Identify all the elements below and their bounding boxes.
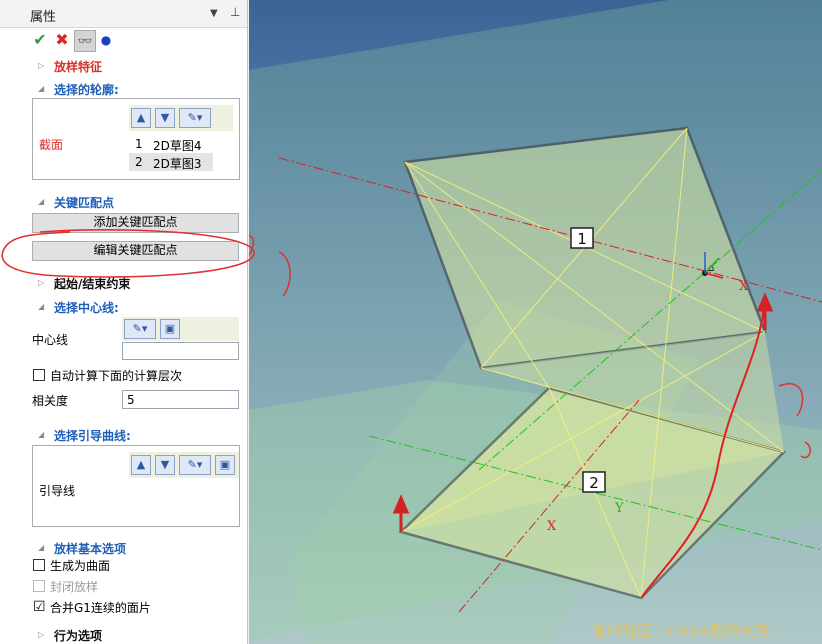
- image-icon[interactable]: ▣: [160, 319, 180, 339]
- list-item[interactable]: 2 2D草图3: [129, 153, 213, 171]
- move-down-icon[interactable]: ▼: [155, 108, 175, 128]
- panel-title: 属性: [30, 10, 57, 25]
- relevance-field[interactable]: 5: [122, 390, 239, 409]
- profiles-group: 截面 ▲ ▼ ✎▾ 1 2D草图4 2 2D草图3: [32, 98, 240, 180]
- profiles-label: 截面: [39, 138, 64, 152]
- make-surface-label: 生成为曲面: [50, 559, 111, 573]
- ok-check-icon[interactable]: ✔: [30, 30, 50, 50]
- auto-calc-label: 自动计算下面的计算层次: [50, 369, 183, 383]
- guides-group: 引导线 ▲ ▼ ✎▾ ▣: [32, 445, 240, 527]
- panel-toolbar: ✔ ✖ 👓 ●: [28, 28, 247, 52]
- collapse-down-icon[interactable]: ◢: [38, 430, 44, 439]
- centerline-field[interactable]: [122, 342, 239, 360]
- properties-panel: 属性 ▼ ⊥ ✔ ✖ 👓 ● ▷ 放样特征 ◢ 选择的轮廓: 截面 ▲ ▼ ✎▾…: [0, 0, 248, 644]
- scene-svg: ⌂ X X Y 1 2: [249, 0, 822, 644]
- guides-label: 引导线: [39, 484, 76, 498]
- section-basic-options[interactable]: 放样基本选项: [54, 540, 126, 557]
- section-select-guides[interactable]: 选择引导曲线:: [54, 427, 131, 444]
- section-selected-profiles[interactable]: 选择的轮廓:: [54, 81, 119, 98]
- watermark-text: 咖啡社区 | CAXA数码大方: [592, 622, 770, 640]
- section-select-centerline[interactable]: 选择中心线:: [54, 299, 119, 316]
- closed-loft-checkbox: [33, 580, 45, 592]
- collapse-down-icon[interactable]: ◢: [38, 543, 44, 552]
- profile-tag-2-text: 2: [589, 474, 599, 492]
- move-up-icon[interactable]: ▲: [131, 455, 151, 475]
- auto-calc-checkbox[interactable]: [33, 369, 45, 381]
- guides-list-toolbar: ▲ ▼ ✎▾ ▣: [129, 452, 239, 478]
- make-surface-checkbox[interactable]: [33, 559, 45, 571]
- section-loft-feature[interactable]: 放样特征: [54, 58, 102, 75]
- edit-sketch-icon[interactable]: ✎▾: [179, 455, 211, 475]
- profile-tag-1-text: 1: [577, 230, 587, 248]
- annotation-ellipse: [1, 228, 255, 278]
- x-axis-label: X: [739, 279, 749, 294]
- panel-titlebar: 属性 ▼ ⊥: [0, 0, 247, 28]
- image-icon[interactable]: ▣: [215, 455, 235, 475]
- expand-right-icon[interactable]: ▷: [38, 61, 44, 70]
- expand-right-icon[interactable]: ▷: [38, 630, 44, 639]
- move-up-icon[interactable]: ▲: [131, 108, 151, 128]
- edit-sketch-icon[interactable]: ✎▾: [179, 108, 211, 128]
- collapse-down-icon[interactable]: ◢: [38, 197, 44, 206]
- 3d-viewport[interactable]: ⌂ X X Y 1 2: [249, 0, 822, 644]
- merge-g1-label: 合并G1连续的面片: [50, 601, 151, 615]
- y-axis-label: Y: [614, 501, 624, 516]
- edit-sketch-icon[interactable]: ✎▾: [124, 319, 156, 339]
- centerline-toolbar: ✎▾ ▣: [122, 317, 239, 341]
- centerline-label: 中心线: [32, 333, 69, 347]
- cancel-x-icon[interactable]: ✖: [52, 30, 72, 50]
- closed-loft-label: 封闭放样: [50, 580, 99, 594]
- collapse-down-icon[interactable]: ◢: [38, 84, 44, 93]
- section-key-points[interactable]: 关键匹配点: [54, 194, 114, 211]
- merge-g1-checkbox[interactable]: ☑: [33, 600, 46, 614]
- profiles-list-toolbar: ▲ ▼ ✎▾: [129, 105, 233, 131]
- preview-glasses-icon[interactable]: 👓: [74, 30, 96, 52]
- section-behavior-options[interactable]: 行为选项: [54, 627, 102, 644]
- collapse-down-icon[interactable]: ◢: [38, 302, 44, 311]
- relevance-label: 相关度: [32, 394, 69, 408]
- dropdown-arrow-icon[interactable]: ▼: [210, 8, 218, 19]
- x-axis-label: X: [547, 519, 557, 534]
- list-item[interactable]: 1 2D草图4: [129, 135, 233, 153]
- pin-icon[interactable]: ⊥: [230, 5, 240, 19]
- move-down-icon[interactable]: ▼: [155, 455, 175, 475]
- profiles-list: 1 2D草图4 2 2D草图3: [129, 133, 233, 173]
- dot-icon[interactable]: ●: [96, 30, 116, 50]
